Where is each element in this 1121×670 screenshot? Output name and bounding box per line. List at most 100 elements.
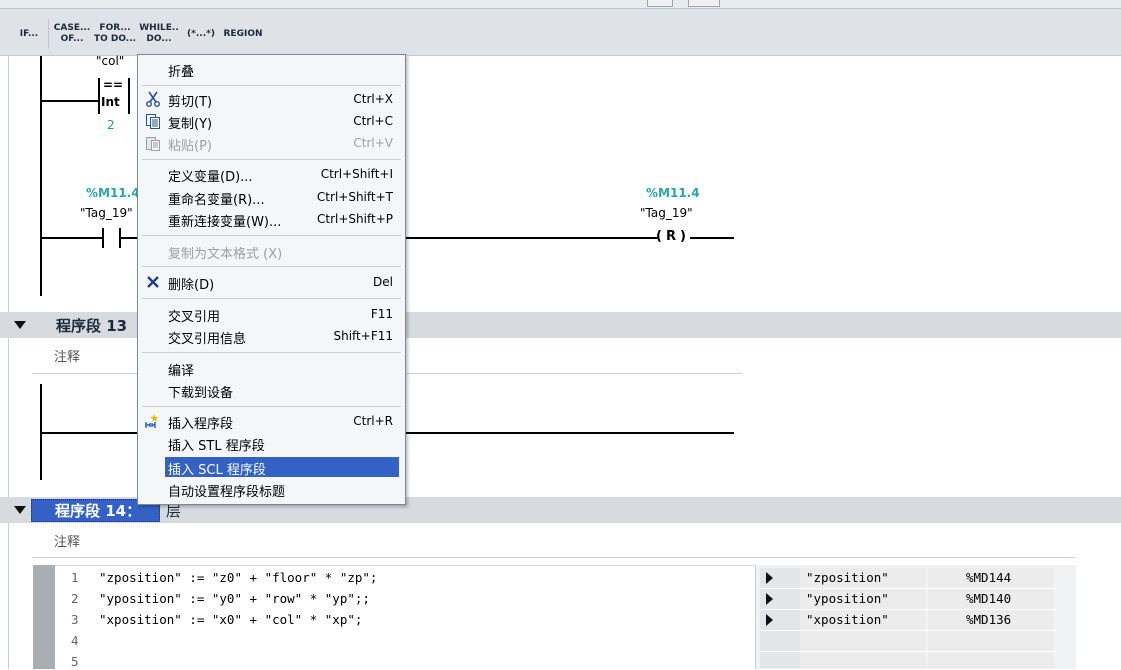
network-13-comment[interactable]: 注释: [54, 346, 80, 365]
coil-tag: "Tag_19": [640, 206, 693, 220]
network-14-title: 程序段 14：: [55, 502, 142, 520]
scl-instruction-toolbar: IF... CASE... OF... FOR... TO DO... WHIL…: [0, 9, 1121, 56]
line-number: 4: [71, 633, 79, 648]
compare-value: 2: [107, 118, 115, 132]
scroll-down-button[interactable]: [688, 0, 720, 7]
coil-symbol: R: [665, 229, 676, 244]
network-13-title: 程序段 13: [56, 317, 128, 335]
compare-type[interactable]: Int: [101, 95, 120, 109]
collapse-triangle-icon[interactable]: [14, 506, 26, 514]
menu-item-label: 删除(D): [168, 278, 215, 293]
menu-item-label: 重新连接变量(W)...: [168, 215, 282, 230]
rung-wire: [40, 237, 102, 239]
scissors-icon: [145, 91, 161, 107]
variable-table: "zposition" %MD144 "yposition" %MD140 "x…: [755, 565, 1076, 669]
menu-item-rewire-variable[interactable]: 重新连接变量(W)... Ctrl+Shift+P: [138, 208, 405, 230]
code-line[interactable]: "xposition" := "x0" + "col" * "xp";: [99, 612, 362, 627]
menu-item-shortcut: F11: [370, 307, 393, 321]
context-menu: 折叠 剪切(T) Ctrl+X 复制(Y) Ctrl+C 粘贴(P) Ctrl+…: [137, 54, 406, 505]
line-number: 1: [71, 570, 79, 585]
menu-item-insert-scl-network[interactable]: 插入 SCL 程序段: [138, 456, 405, 478]
contact-address: %M11.4: [86, 186, 140, 200]
row-divider: [760, 588, 1056, 589]
menu-item-label: 重命名变量(R)...: [168, 193, 265, 208]
menu-item-shortcut: Ctrl+Shift+P: [317, 212, 393, 226]
reset-coil[interactable]: (R): [656, 229, 686, 244]
menu-item-label: 交叉引用: [168, 310, 221, 325]
menu-item-shortcut: Del: [373, 275, 393, 289]
scroll-up-button[interactable]: [647, 0, 673, 7]
menu-item-label: 复制(Y): [168, 117, 213, 132]
menu-item-label: 插入 STL 程序段: [168, 439, 265, 454]
menu-item-copy-as-text: 复制为文本格式 (X): [138, 240, 405, 262]
menu-item-rename-variable[interactable]: 重命名变量(R)... Ctrl+Shift+T: [138, 186, 405, 208]
scl-code-editor[interactable]: 1 "zposition" := "z0" + "floor" * "zp"; …: [55, 565, 755, 670]
row-divider: [760, 630, 1056, 631]
delete-x-icon: [145, 274, 161, 290]
menu-item-insert-network[interactable]: 插入程序段 Ctrl+R: [138, 410, 405, 432]
menu-item-cut[interactable]: 剪切(T) Ctrl+X: [138, 88, 405, 110]
window-top-strip: [0, 0, 1121, 9]
compare-contact-left: [98, 78, 100, 114]
menu-item-shortcut: Ctrl+Shift+I: [320, 167, 393, 181]
menu-item-insert-stl-network[interactable]: 插入 STL 程序段: [138, 432, 405, 454]
menu-item-cross-reference-info[interactable]: 交叉引用信息 Shift+F11: [138, 325, 405, 347]
code-breakpoint-gutter[interactable]: [33, 565, 55, 669]
menu-item-label: 自动设置程序段标题: [168, 485, 286, 500]
compare-operand: "col": [96, 54, 125, 68]
menu-separator: [142, 159, 401, 160]
copy-icon: [145, 113, 161, 129]
line-number: 3: [71, 612, 79, 627]
network-14-comment[interactable]: 注释: [54, 531, 80, 550]
menu-item-label: 插入程序段: [168, 417, 234, 432]
region-button[interactable]: REGION: [222, 16, 264, 52]
compare-contact-right: [128, 78, 130, 114]
menu-item-collapse[interactable]: 折叠: [138, 58, 405, 80]
contact-tag: "Tag_19": [80, 206, 133, 220]
row-divider: [760, 609, 1056, 610]
code-line[interactable]: "zposition" := "z0" + "floor" * "zp";: [99, 570, 377, 585]
menu-item-label: 剪切(T): [168, 95, 213, 110]
menu-item-paste: 粘贴(P) Ctrl+V: [138, 132, 405, 154]
menu-item-cross-reference[interactable]: 交叉引用 F11: [138, 303, 405, 325]
menu-item-auto-network-title[interactable]: 自动设置程序段标题: [138, 478, 405, 500]
insert-network-icon: [145, 413, 161, 429]
menu-separator: [142, 406, 401, 407]
menu-item-define-variable[interactable]: 定义变量(D)... Ctrl+Shift+I: [138, 163, 405, 185]
while-button[interactable]: WHILE.. DO...: [138, 16, 180, 52]
collapse-triangle-icon[interactable]: [14, 321, 26, 329]
menu-item-shortcut: Ctrl+R: [353, 414, 393, 428]
toolbar-separator: [48, 19, 49, 49]
expand-arrow-icon[interactable]: [766, 572, 773, 584]
contact-left-bar: [102, 228, 104, 248]
variable-name: "zposition": [806, 570, 889, 585]
case-button[interactable]: CASE... OF...: [52, 16, 92, 52]
menu-item-label: 定义变量(D)...: [168, 170, 253, 185]
menu-item-shortcut: Ctrl+C: [353, 114, 393, 128]
expand-arrow-icon[interactable]: [766, 593, 773, 605]
menu-separator: [142, 352, 401, 353]
code-line[interactable]: "yposition" := "y0" + "row" * "yp";;: [99, 591, 370, 606]
menu-item-label: 粘贴(P): [168, 139, 212, 154]
variable-address: %MD140: [966, 591, 1012, 606]
if-button[interactable]: IF...: [14, 16, 44, 52]
variable-name: "xposition": [806, 612, 889, 627]
rung-wire: [404, 432, 734, 434]
rung-wire: [40, 100, 98, 102]
menu-item-copy[interactable]: 复制(Y) Ctrl+C: [138, 110, 405, 132]
comment-button[interactable]: (*...*): [182, 16, 220, 52]
paste-icon: [145, 135, 161, 151]
rung-wire: [40, 432, 138, 434]
coil-address: %M11.4: [646, 186, 700, 200]
variable-address: %MD136: [966, 612, 1012, 627]
menu-item-delete[interactable]: 删除(D) Del: [138, 271, 405, 293]
for-button[interactable]: FOR... TO DO...: [94, 16, 136, 52]
menu-separator: [142, 266, 401, 267]
menu-item-label: 下载到设备: [168, 386, 234, 401]
menu-item-compile[interactable]: 编译: [138, 357, 405, 379]
expand-arrow-icon[interactable]: [766, 614, 773, 626]
row-divider: [760, 651, 1056, 652]
menu-item-download-to-device[interactable]: 下载到设备: [138, 379, 405, 401]
rung-wire: [690, 237, 734, 239]
power-rail-left: [40, 56, 42, 296]
